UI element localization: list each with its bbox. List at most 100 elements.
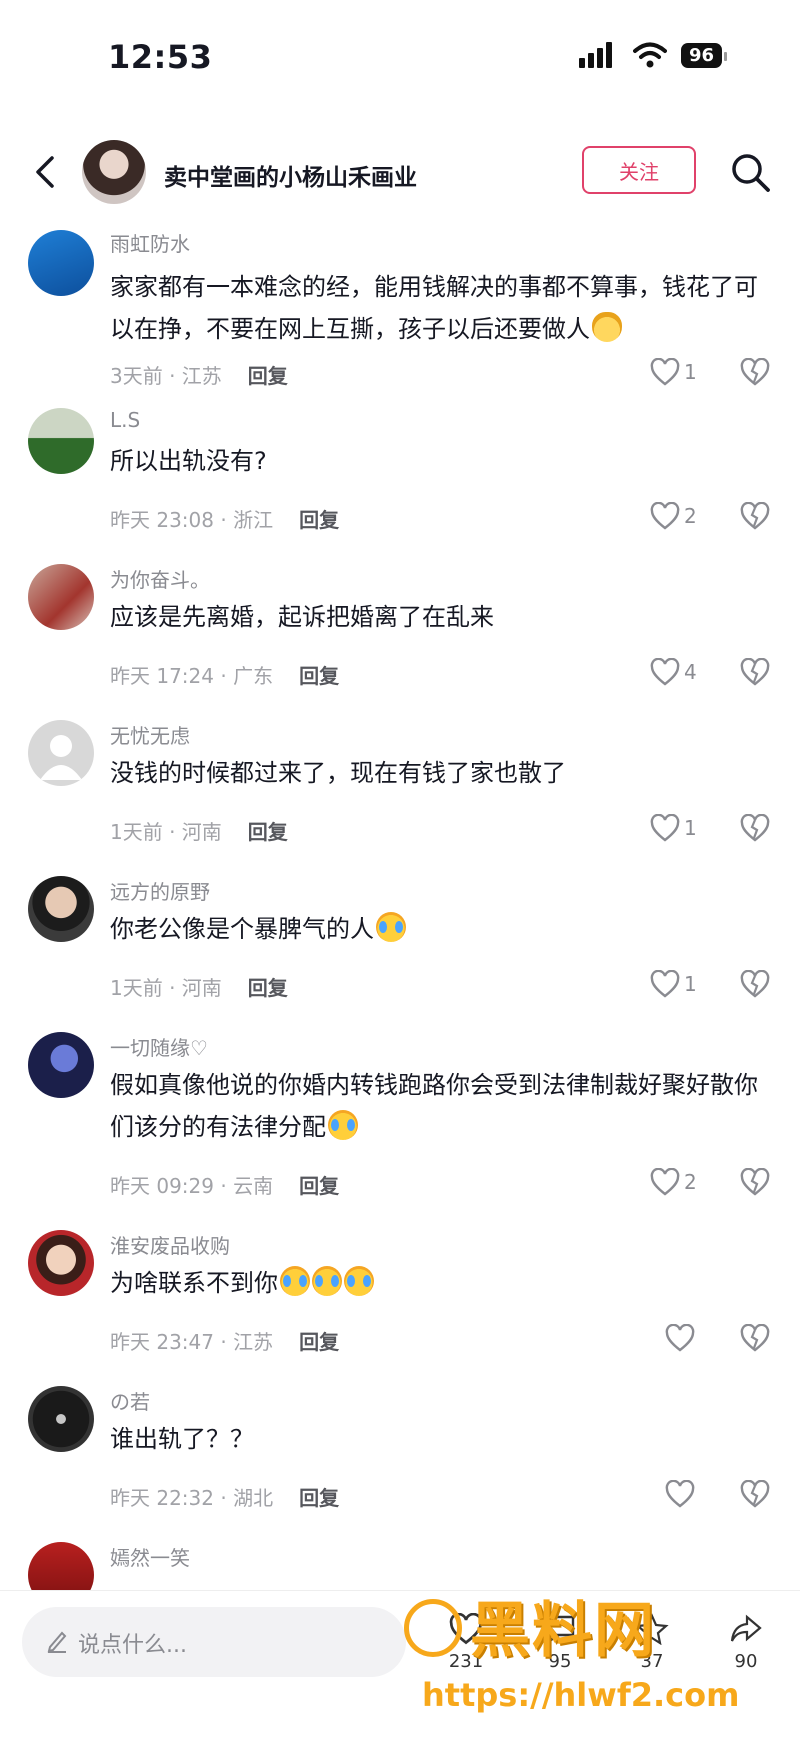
status-bar: 12:53 96 — [0, 0, 800, 110]
like-count: 1 — [684, 816, 697, 840]
user-name[interactable]: 淮安废品收购 — [110, 1230, 230, 1259]
user-name[interactable]: L.S — [110, 408, 140, 432]
user-avatar[interactable] — [28, 1386, 94, 1452]
like-button[interactable]: 4 — [650, 658, 697, 686]
profile-header: 卖中堂画的小杨山禾画业 关注 — [0, 130, 800, 220]
heart-icon — [650, 970, 680, 998]
dislike-heart-icon[interactable] — [740, 502, 770, 530]
comment-text: 所以出轨没有? — [110, 447, 267, 475]
reply-button[interactable]: 回复 — [299, 664, 339, 688]
comment-time-location: 3天前 · 江苏 — [110, 364, 222, 388]
user-name[interactable]: 无忧无虑 — [110, 720, 190, 749]
pen-icon — [47, 1631, 67, 1653]
comment-time-location: 昨天 23:08 · 浙江 — [110, 508, 274, 532]
comment-list[interactable]: 雨虹防水 家家都有一本难念的经，能用钱解决的事都不算事，钱花了可以在挣，不要在网… — [0, 220, 800, 1590]
account-name[interactable]: 卖中堂画的小杨山禾画业 — [164, 158, 417, 192]
reply-button[interactable]: 回复 — [299, 508, 339, 532]
reply-button[interactable]: 回复 — [299, 1174, 339, 1198]
user-avatar[interactable] — [28, 408, 94, 474]
like-button[interactable] — [665, 1324, 695, 1352]
like-button[interactable]: 1 — [650, 814, 697, 842]
like-button[interactable]: 1 — [650, 358, 697, 386]
user-avatar[interactable] — [28, 1230, 94, 1296]
user-avatar[interactable] — [28, 564, 94, 630]
user-name[interactable]: 嫣然一笑 — [110, 1542, 190, 1571]
dislike-heart-icon[interactable] — [740, 814, 770, 842]
dislike-heart-icon[interactable] — [740, 358, 770, 386]
like-button[interactable] — [665, 1480, 695, 1508]
heart-icon — [449, 1612, 483, 1645]
user-avatar[interactable] — [28, 1542, 94, 1590]
like-action[interactable]: 231 — [436, 1612, 496, 1672]
reply-button[interactable]: 回复 — [299, 1486, 339, 1510]
crying-laugh-emoji-icon — [376, 912, 406, 942]
crying-laugh-emoji-icon — [280, 1266, 310, 1296]
dislike-heart-icon[interactable] — [740, 1480, 770, 1508]
user-name[interactable]: 为你奋斗。 — [110, 564, 210, 593]
user-avatar[interactable] — [28, 1032, 94, 1098]
crying-laugh-emoji-icon — [344, 1266, 374, 1296]
heart-icon — [650, 1168, 680, 1196]
comment-meta: 昨天 09:29 · 云南 回复 — [110, 1170, 339, 1199]
follow-button[interactable]: 关注 — [582, 146, 696, 194]
comment-meta: 昨天 23:47 · 江苏 回复 — [110, 1326, 339, 1355]
wifi-icon — [632, 42, 667, 68]
reply-button[interactable]: 回复 — [299, 1330, 339, 1354]
back-arrow-icon[interactable] — [26, 152, 66, 192]
default-avatar-icon[interactable] — [28, 720, 94, 786]
reply-button[interactable]: 回复 — [248, 976, 288, 1000]
search-icon[interactable] — [728, 150, 772, 194]
dislike-heart-icon[interactable] — [740, 1324, 770, 1352]
user-name[interactable]: の若 — [110, 1386, 150, 1415]
like-button[interactable]: 1 — [650, 970, 697, 998]
header-avatar[interactable] — [82, 140, 146, 204]
dislike-heart-icon[interactable] — [740, 970, 770, 998]
comment-time-location: 1天前 · 河南 — [110, 820, 222, 844]
like-button[interactable]: 2 — [650, 502, 697, 530]
reply-button[interactable]: 回复 — [248, 364, 288, 388]
medal-emoji-icon — [592, 312, 622, 342]
comment-bubble-icon — [545, 1615, 575, 1644]
input-placeholder: 说点什么... — [78, 1633, 187, 1658]
heart-icon — [665, 1324, 695, 1352]
comment-action[interactable]: 95 — [530, 1613, 590, 1672]
crying-laugh-emoji-icon — [312, 1266, 342, 1296]
user-name[interactable]: 一切随缘♡ — [110, 1032, 208, 1061]
favorite-total: 37 — [640, 1651, 664, 1672]
status-icons: 96 — [578, 42, 728, 68]
reply-button[interactable]: 回复 — [248, 820, 288, 844]
comment-text: 家家都有一本难念的经，能用钱解决的事都不算事，钱花了可以在挣，不要在网上互撕，孩… — [110, 273, 758, 343]
heart-icon — [665, 1480, 695, 1508]
user-name[interactable]: 远方的原野 — [110, 876, 210, 905]
comment-time-location: 昨天 09:29 · 云南 — [110, 1174, 274, 1198]
comment-input[interactable]: 说点什么... — [22, 1607, 406, 1677]
like-button[interactable]: 2 — [650, 1168, 697, 1196]
comment-meta: 1天前 · 河南 回复 — [110, 972, 288, 1001]
like-total: 231 — [448, 1651, 484, 1672]
share-icon — [730, 1614, 762, 1642]
like-count: 2 — [684, 504, 697, 528]
heart-icon — [650, 502, 680, 530]
like-count: 4 — [684, 660, 697, 684]
like-count: 2 — [684, 1170, 697, 1194]
comment-text: 假如真像他说的你婚内转钱跑路你会受到法律制裁好聚好散你们该分的有法律分配 — [110, 1071, 758, 1141]
favorite-action[interactable]: 37 — [622, 1613, 682, 1672]
comment-meta: 昨天 22:32 · 湖北 回复 — [110, 1482, 339, 1511]
comment-time-location: 昨天 17:24 · 广东 — [110, 664, 274, 688]
dislike-heart-icon[interactable] — [740, 1168, 770, 1196]
star-icon — [635, 1613, 669, 1646]
comment-text: 没钱的时候都过来了，现在有钱了家也散了 — [110, 759, 566, 787]
status-time: 12:53 — [108, 38, 213, 76]
share-action[interactable]: 90 — [716, 1613, 776, 1672]
battery-indicator: 96 — [680, 42, 728, 68]
user-avatar[interactable] — [28, 230, 94, 296]
comment-time-location: 昨天 23:47 · 江苏 — [110, 1330, 274, 1354]
dislike-heart-icon[interactable] — [740, 658, 770, 686]
signal-icon — [578, 42, 612, 68]
heart-icon — [650, 658, 680, 686]
comment-text: 应该是先离婚，起诉把婚离了在乱来 — [110, 603, 494, 631]
user-name[interactable]: 雨虹防水 — [110, 228, 190, 257]
like-count: 1 — [684, 360, 697, 384]
like-count: 1 — [684, 972, 697, 996]
user-avatar[interactable] — [28, 876, 94, 942]
